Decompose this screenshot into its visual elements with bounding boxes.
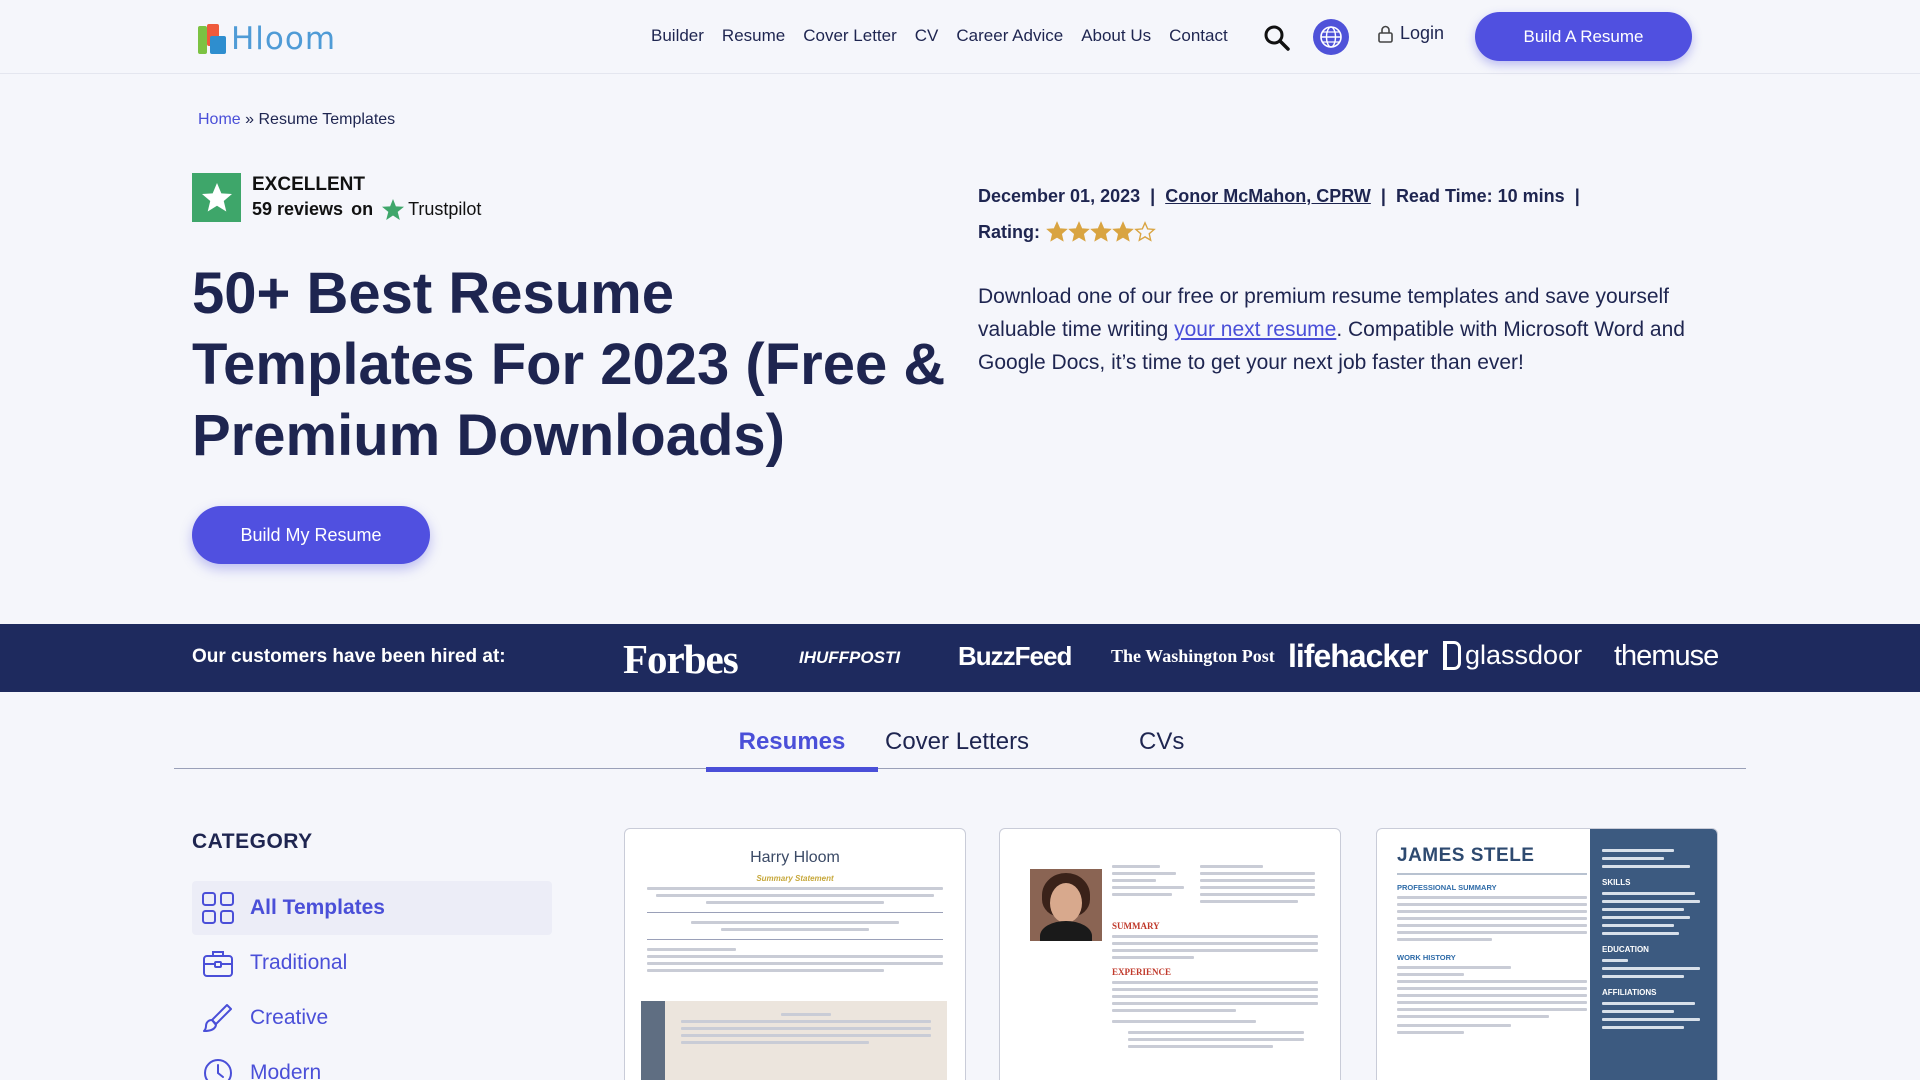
template-card-photo[interactable]: SUMMARY EXPERIENCE <box>999 828 1341 1080</box>
brush-icon <box>203 1004 232 1032</box>
star-empty-icon <box>1134 221 1156 242</box>
nav-about-us[interactable]: About Us <box>1081 26 1151 46</box>
search-icon[interactable] <box>1263 24 1291 52</box>
category-list: All Templates Traditional Creative Moder… <box>192 881 552 1080</box>
author-link[interactable]: Conor McMahon, CPRW <box>1165 186 1371 206</box>
logo-text: Hloom <box>231 21 337 57</box>
category-all-templates[interactable]: All Templates <box>192 881 552 935</box>
trustpilot-on: on <box>351 199 374 219</box>
read-time: Read Time: 10 mins <box>1395 186 1565 206</box>
nav-cv[interactable]: CV <box>915 26 939 46</box>
grid-icon <box>202 892 234 924</box>
buzzfeed-logo: BuzzFeed <box>958 641 1072 671</box>
lock-icon <box>1378 25 1393 43</box>
trustpilot-brand: Trustpilot <box>408 199 482 219</box>
login-link[interactable]: Login <box>1378 23 1444 44</box>
category-label: Modern <box>250 1061 322 1080</box>
resume-preview-summary-heading: SUMMARY <box>1112 921 1160 931</box>
template-card-james-stele[interactable]: JAMES STELE PROFESSIONAL SUMMARY WORK HI… <box>1376 828 1718 1080</box>
resume-preview-summary-heading: PROFESSIONAL SUMMARY <box>1397 883 1497 892</box>
category-label: Traditional <box>250 951 348 974</box>
huffpost-logo: IHUFFPOSTI <box>799 648 901 667</box>
glassdoor-logo: glassdoor <box>1443 640 1582 671</box>
page-title: 50+ Best Resume Templates For 2023 (Free… <box>192 261 946 468</box>
lifehacker-logo: lifehacker <box>1288 638 1428 674</box>
breadcrumb: Home » Resume Templates <box>198 111 395 129</box>
trustpilot-reviews: 59 reviews <box>252 199 344 219</box>
main-nav: Builder Resume Cover Letter CV Career Ad… <box>651 26 1246 46</box>
star-filled-icon <box>1068 221 1090 242</box>
resume-preview-subtitle: Summary Statement <box>756 874 834 883</box>
breadcrumb-home[interactable]: Home <box>198 111 241 128</box>
category-traditional[interactable]: Traditional <box>192 936 552 990</box>
clock-icon <box>204 1059 232 1080</box>
category-creative[interactable]: Creative <box>192 991 552 1045</box>
intro-paragraph: Download one of our free or premium resu… <box>978 280 1738 379</box>
star-filled-icon <box>1112 221 1134 242</box>
tab-resumes[interactable]: Resumes <box>706 728 878 772</box>
themuse-logo: themuse <box>1614 640 1719 672</box>
hired-at-band: Our customers have been hired at: Forbes… <box>0 624 1920 692</box>
star-filled-icon <box>1046 221 1068 242</box>
trustpilot-widget[interactable]: EXCELLENT 59 reviews on Trustpilot <box>192 173 481 222</box>
login-label: Login <box>1400 23 1445 43</box>
build-my-resume-button[interactable]: Build My Resume <box>192 506 430 564</box>
glassdoor-text: glassdoor <box>1465 640 1583 670</box>
publish-date: December 01, 2023 <box>978 186 1141 206</box>
category-label: Creative <box>250 1006 329 1029</box>
nav-resume[interactable]: Resume <box>722 26 785 46</box>
breadcrumb-current: Resume Templates <box>258 111 396 128</box>
your-next-resume-link[interactable]: your next resume <box>1174 318 1336 341</box>
tab-cvs[interactable]: CVs <box>1139 728 1184 756</box>
resume-preview-name: JAMES STELE <box>1397 845 1535 866</box>
rating-stars <box>1046 221 1156 243</box>
star-filled-icon <box>1090 221 1112 242</box>
resume-preview-affiliations-heading: AFFILIATIONS <box>1602 988 1657 997</box>
build-a-resume-button[interactable]: Build A Resume <box>1475 12 1692 61</box>
hired-at-label: Our customers have been hired at: <box>192 646 506 667</box>
resume-preview-experience-heading: EXPERIENCE <box>1112 967 1172 977</box>
nav-builder[interactable]: Builder <box>651 26 704 46</box>
category-modern[interactable]: Modern <box>192 1046 552 1080</box>
nav-contact[interactable]: Contact <box>1169 26 1228 46</box>
glassdoor-mark-icon <box>1443 641 1461 670</box>
template-tabs: Resumes Cover Letters CVs <box>174 724 1746 772</box>
washington-post-logo: The Washington Post <box>1111 646 1275 666</box>
category-title: CATEGORY <box>192 830 313 853</box>
briefcase-icon <box>203 951 233 977</box>
trustpilot-star-icon <box>192 173 241 222</box>
resume-preview-name: Harry Hloom <box>750 849 840 866</box>
resume-preview-photo <box>1030 869 1102 941</box>
trustpilot-rating-word: EXCELLENT <box>252 173 365 195</box>
nav-career-advice[interactable]: Career Advice <box>956 26 1063 46</box>
logo-mark-icon <box>198 24 228 54</box>
site-header: Hloom Builder Resume Cover Letter CV Car… <box>0 0 1920 74</box>
article-meta: December 01, 2023 | Conor McMahon, CPRW … <box>978 178 1580 250</box>
rating-label: Rating: <box>978 222 1040 242</box>
tab-cover-letters[interactable]: Cover Letters <box>885 728 1029 756</box>
hloom-logo[interactable]: Hloom <box>198 21 336 57</box>
forbes-logo: Forbes <box>623 636 739 682</box>
resume-preview-history-heading: WORK HISTORY <box>1397 953 1456 962</box>
category-label: All Templates <box>250 896 385 919</box>
globe-icon[interactable] <box>1313 19 1349 55</box>
resume-preview-education-heading: EDUCATION <box>1602 945 1649 954</box>
nav-cover-letter[interactable]: Cover Letter <box>803 26 897 46</box>
breadcrumb-separator: » <box>245 111 255 128</box>
template-card-harry-hloom[interactable]: Harry Hloom Summary Statement <box>624 828 966 1080</box>
resume-preview-skills-heading: SKILLS <box>1602 878 1631 887</box>
trustpilot-logo-star-icon <box>382 198 405 220</box>
